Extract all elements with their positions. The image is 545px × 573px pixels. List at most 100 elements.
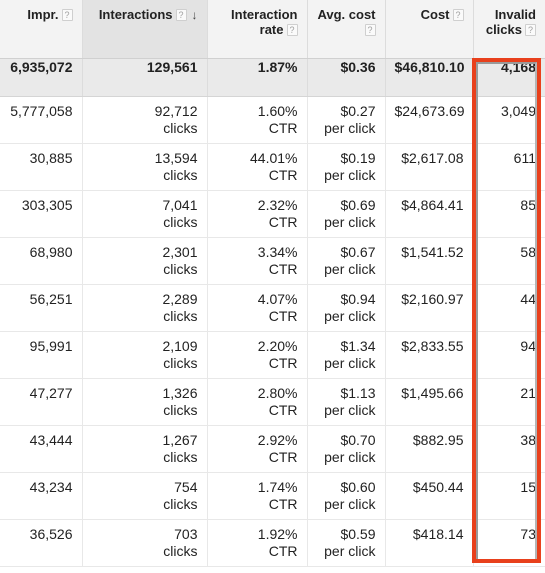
totals-row: 6,935,072 129,561 1.87% $0.36 $46,810.10…: [0, 58, 545, 97]
table-row[interactable]: 30,885 13,594 clicks 44.01% CTR $0.19 per c…: [0, 143, 545, 191]
cell-avg-cost-unit: per click: [324, 166, 376, 183]
cell-impr: 95,991: [0, 331, 83, 379]
table-header: Impr.? Interactions? ↓ Interaction rate? …: [0, 0, 545, 59]
cell-cost: $882.95: [385, 425, 474, 473]
column-header-cost-label: Cost: [420, 7, 450, 22]
table-row[interactable]: 95,991 2,109 clicks 2.20% CTR $1.34 per cli…: [0, 331, 545, 379]
cell-avg-cost-value: $0.27: [340, 102, 376, 119]
help-icon[interactable]: ?: [525, 24, 536, 36]
cell-cost: $4,864.41: [385, 190, 474, 238]
cell-avg-cost-value: $1.34: [340, 337, 376, 354]
cell-interaction-rate: 44.01% CTR: [207, 143, 308, 191]
help-icon[interactable]: ?: [364, 24, 376, 36]
cell-invalid-clicks: 94: [473, 331, 545, 379]
cell-interaction-rate-value: 2.32%: [257, 196, 298, 213]
cell-interactions-unit: clicks: [163, 448, 198, 465]
cell-interaction-rate-value: 1.60%: [257, 102, 298, 119]
table-row[interactable]: 47,277 1,326 clicks 2.80% CTR $1.13 per cli…: [0, 378, 545, 426]
cell-impr: 47,277: [0, 378, 83, 426]
cell-interaction-rate-value: 1.74%: [257, 478, 298, 495]
table-row[interactable]: 56,251 2,289 clicks 4.07% CTR $0.94 per cli…: [0, 284, 545, 332]
cell-impr: 30,885: [0, 143, 83, 191]
table-row[interactable]: 43,234 754 clicks 1.74% CTR $0.60 per click…: [0, 472, 545, 520]
table-row[interactable]: 36,526 703 clicks 1.92% CTR $0.59 per click…: [0, 519, 545, 567]
cell-interactions: 754 clicks: [82, 472, 208, 520]
cell-interactions-value: 754: [174, 478, 198, 495]
table-row[interactable]: 68,980 2,301 clicks 3.34% CTR $0.67 per cli…: [0, 237, 545, 285]
cell-avg-cost-unit: per click: [324, 260, 376, 277]
column-header-interactions-label: Interactions: [98, 7, 173, 22]
cell-cost: $24,673.69: [385, 96, 474, 144]
cell-interaction-rate-unit: CTR: [268, 542, 298, 559]
cell-interaction-rate: 1.92% CTR: [207, 519, 308, 567]
cell-impr: 56,251: [0, 284, 83, 332]
cell-interactions: 7,041 clicks: [82, 190, 208, 238]
cell-avg-cost-value: $0.69: [340, 196, 376, 213]
cell-avg-cost-value: $0.60: [340, 478, 376, 495]
cell-interactions: 703 clicks: [82, 519, 208, 567]
table-row[interactable]: 5,777,058 92,712 clicks 1.60% CTR $0.27 per…: [0, 96, 545, 144]
help-icon[interactable]: ?: [452, 9, 464, 21]
cell-invalid-clicks: 44: [473, 284, 545, 332]
column-header-interactions[interactable]: Interactions? ↓: [82, 0, 208, 59]
table-row[interactable]: 303,305 7,041 clicks 2.32% CTR $0.69 per cl…: [0, 190, 545, 238]
cell-interaction-rate-value: 4.07%: [257, 290, 298, 307]
column-header-cost[interactable]: Cost?: [385, 0, 474, 59]
help-icon[interactable]: ?: [61, 9, 73, 21]
cell-interactions-value: 1,267: [162, 431, 198, 448]
cell-interactions-value: 703: [174, 525, 198, 542]
cell-interaction-rate-value: 2.80%: [257, 384, 298, 401]
cell-cost: $2,160.97: [385, 284, 474, 332]
cell-interaction-rate: 2.80% CTR: [207, 378, 308, 426]
cell-impr: 68,980: [0, 237, 83, 285]
totals-invalid-clicks: 4,168: [473, 58, 545, 97]
cell-avg-cost: $0.67 per click: [307, 237, 386, 285]
cell-interactions-value: 1,326: [162, 384, 198, 401]
performance-stats-table: Impr.? Interactions? ↓ Interaction rate? …: [0, 0, 545, 567]
cell-avg-cost: $0.19 per click: [307, 143, 386, 191]
cell-avg-cost: $0.94 per click: [307, 284, 386, 332]
cell-invalid-clicks: 73: [473, 519, 545, 567]
cell-avg-cost-unit: per click: [324, 213, 376, 230]
column-header-impr[interactable]: Impr.?: [0, 0, 83, 59]
cell-avg-cost-unit: per click: [324, 542, 376, 559]
cell-interactions-value: 2,109: [162, 337, 198, 354]
cell-cost: $450.44: [385, 472, 474, 520]
cell-interaction-rate: 2.20% CTR: [207, 331, 308, 379]
cell-interactions-value: 7,041: [162, 196, 198, 213]
cell-avg-cost: $0.59 per click: [307, 519, 386, 567]
cell-interaction-rate-value: 44.01%: [250, 149, 298, 166]
cell-interaction-rate-unit: CTR: [268, 119, 298, 136]
table-header-row: Impr.? Interactions? ↓ Interaction rate? …: [0, 0, 545, 59]
cell-interactions-unit: clicks: [163, 260, 198, 277]
cell-impr: 5,777,058: [0, 96, 83, 144]
cell-invalid-clicks: 15: [473, 472, 545, 520]
column-header-avg-cost[interactable]: Avg. cost?: [307, 0, 386, 59]
cell-impr: 36,526: [0, 519, 83, 567]
totals-avg-cost: $0.36: [307, 58, 386, 97]
cell-avg-cost: $0.27 per click: [307, 96, 386, 144]
cell-interaction-rate-unit: CTR: [268, 401, 298, 418]
cell-avg-cost-value: $1.13: [340, 384, 376, 401]
cell-cost: $2,833.55: [385, 331, 474, 379]
column-header-interaction-rate[interactable]: Interaction rate?: [207, 0, 308, 59]
cell-invalid-clicks: 21: [473, 378, 545, 426]
cell-interaction-rate-unit: CTR: [268, 354, 298, 371]
cell-avg-cost-value: $0.70: [340, 431, 376, 448]
cell-interactions-value: 13,594: [154, 149, 198, 166]
help-icon[interactable]: ?: [286, 24, 298, 36]
sort-descending-arrow-icon[interactable]: ↓: [192, 9, 198, 21]
cell-avg-cost: $0.60 per click: [307, 472, 386, 520]
column-header-invalid-clicks[interactable]: Invalid clicks?: [473, 0, 545, 59]
cell-interactions-unit: clicks: [163, 401, 198, 418]
cell-avg-cost: $1.13 per click: [307, 378, 386, 426]
column-header-avg-cost-label: Avg. cost: [317, 7, 376, 22]
help-icon[interactable]: ?: [175, 9, 187, 21]
cell-cost: $2,617.08: [385, 143, 474, 191]
cell-interaction-rate-value: 1.92%: [257, 525, 298, 542]
cell-impr: 43,444: [0, 425, 83, 473]
cell-avg-cost: $1.34 per click: [307, 331, 386, 379]
cell-interactions-value: 92,712: [154, 102, 198, 119]
cell-invalid-clicks: 611: [473, 143, 545, 191]
table-row[interactable]: 43,444 1,267 clicks 2.92% CTR $0.70 per cli…: [0, 425, 545, 473]
